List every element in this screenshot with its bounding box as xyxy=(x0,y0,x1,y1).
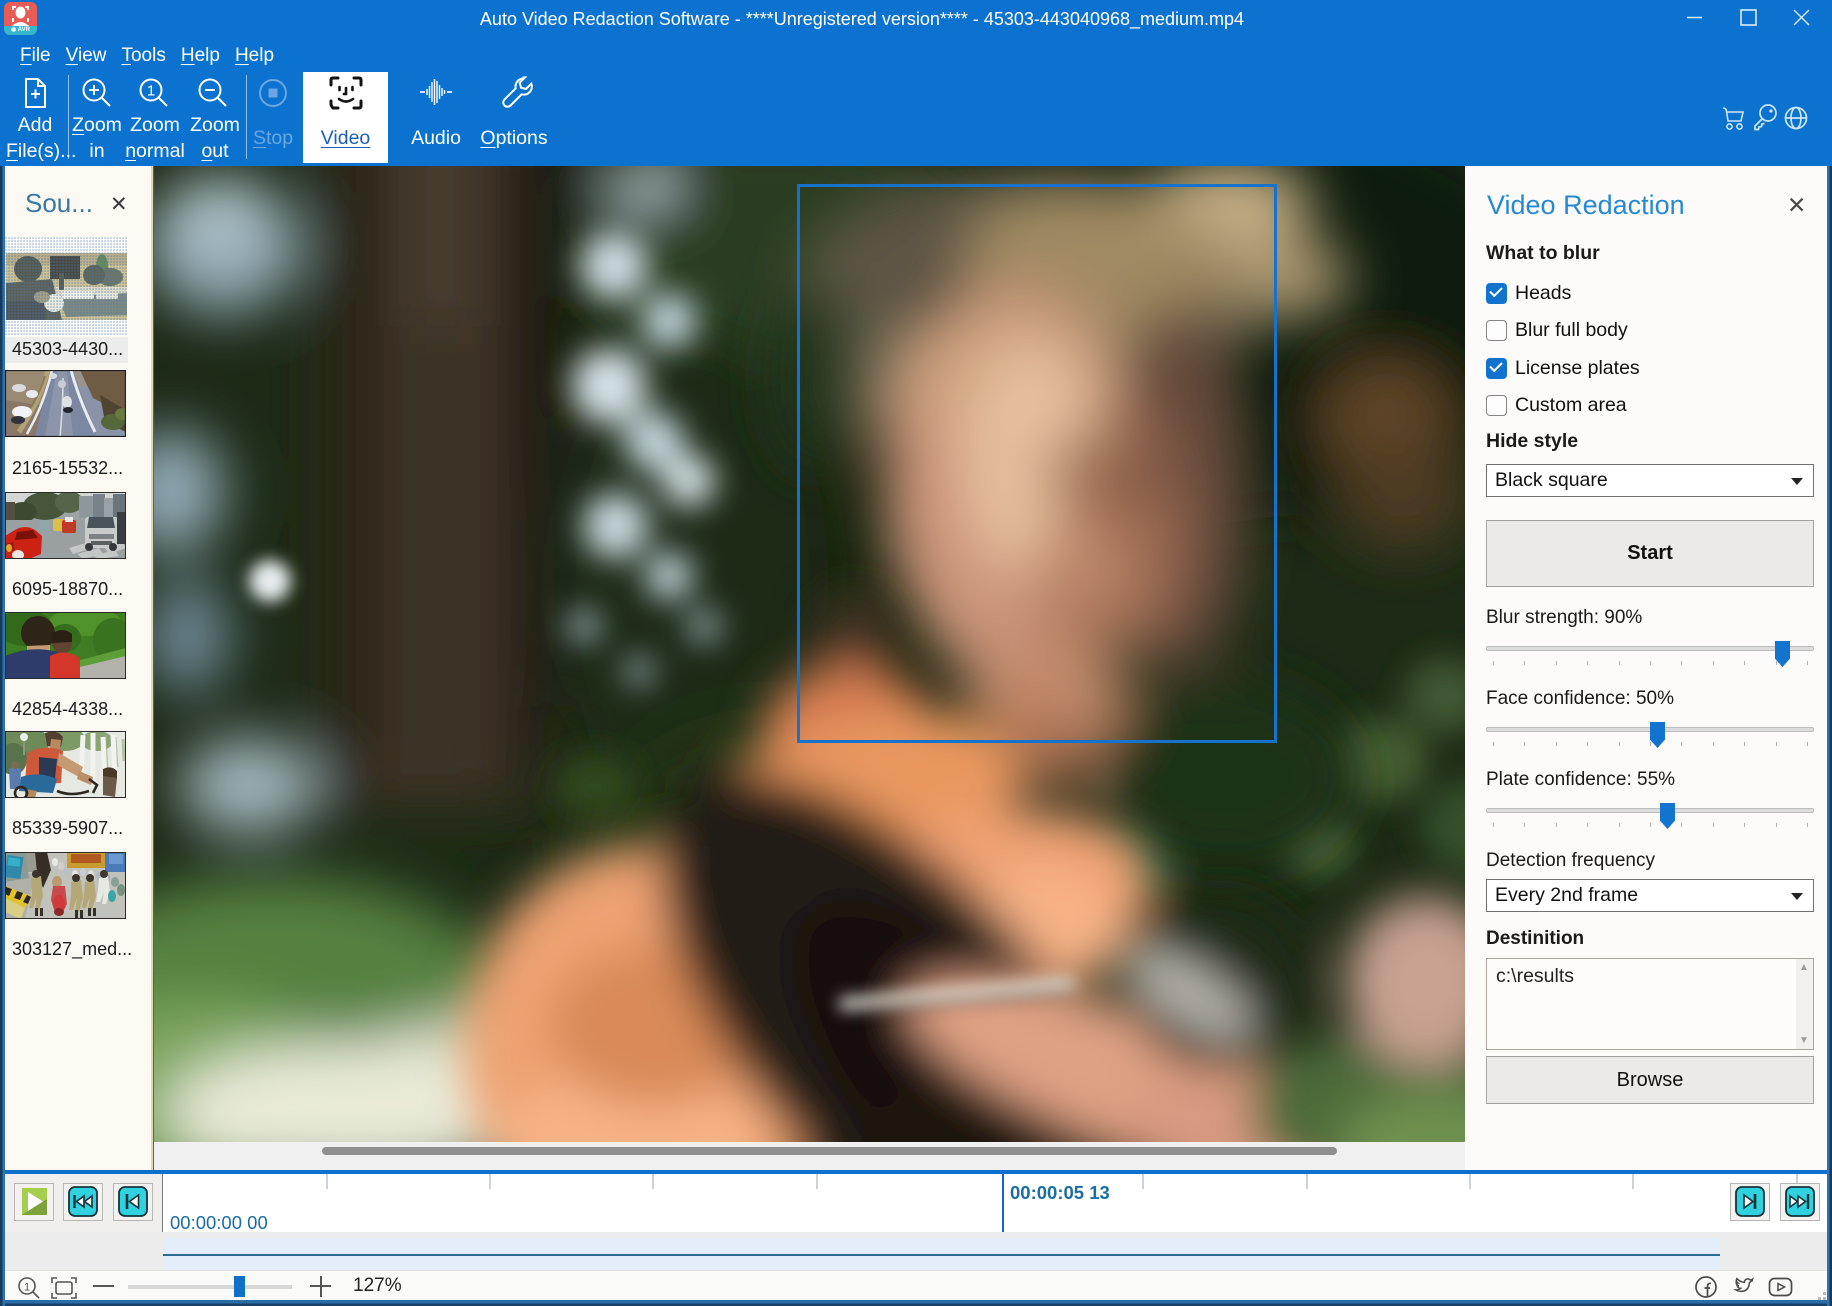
svg-text:1: 1 xyxy=(24,1282,30,1294)
svg-text:1: 1 xyxy=(147,83,155,100)
